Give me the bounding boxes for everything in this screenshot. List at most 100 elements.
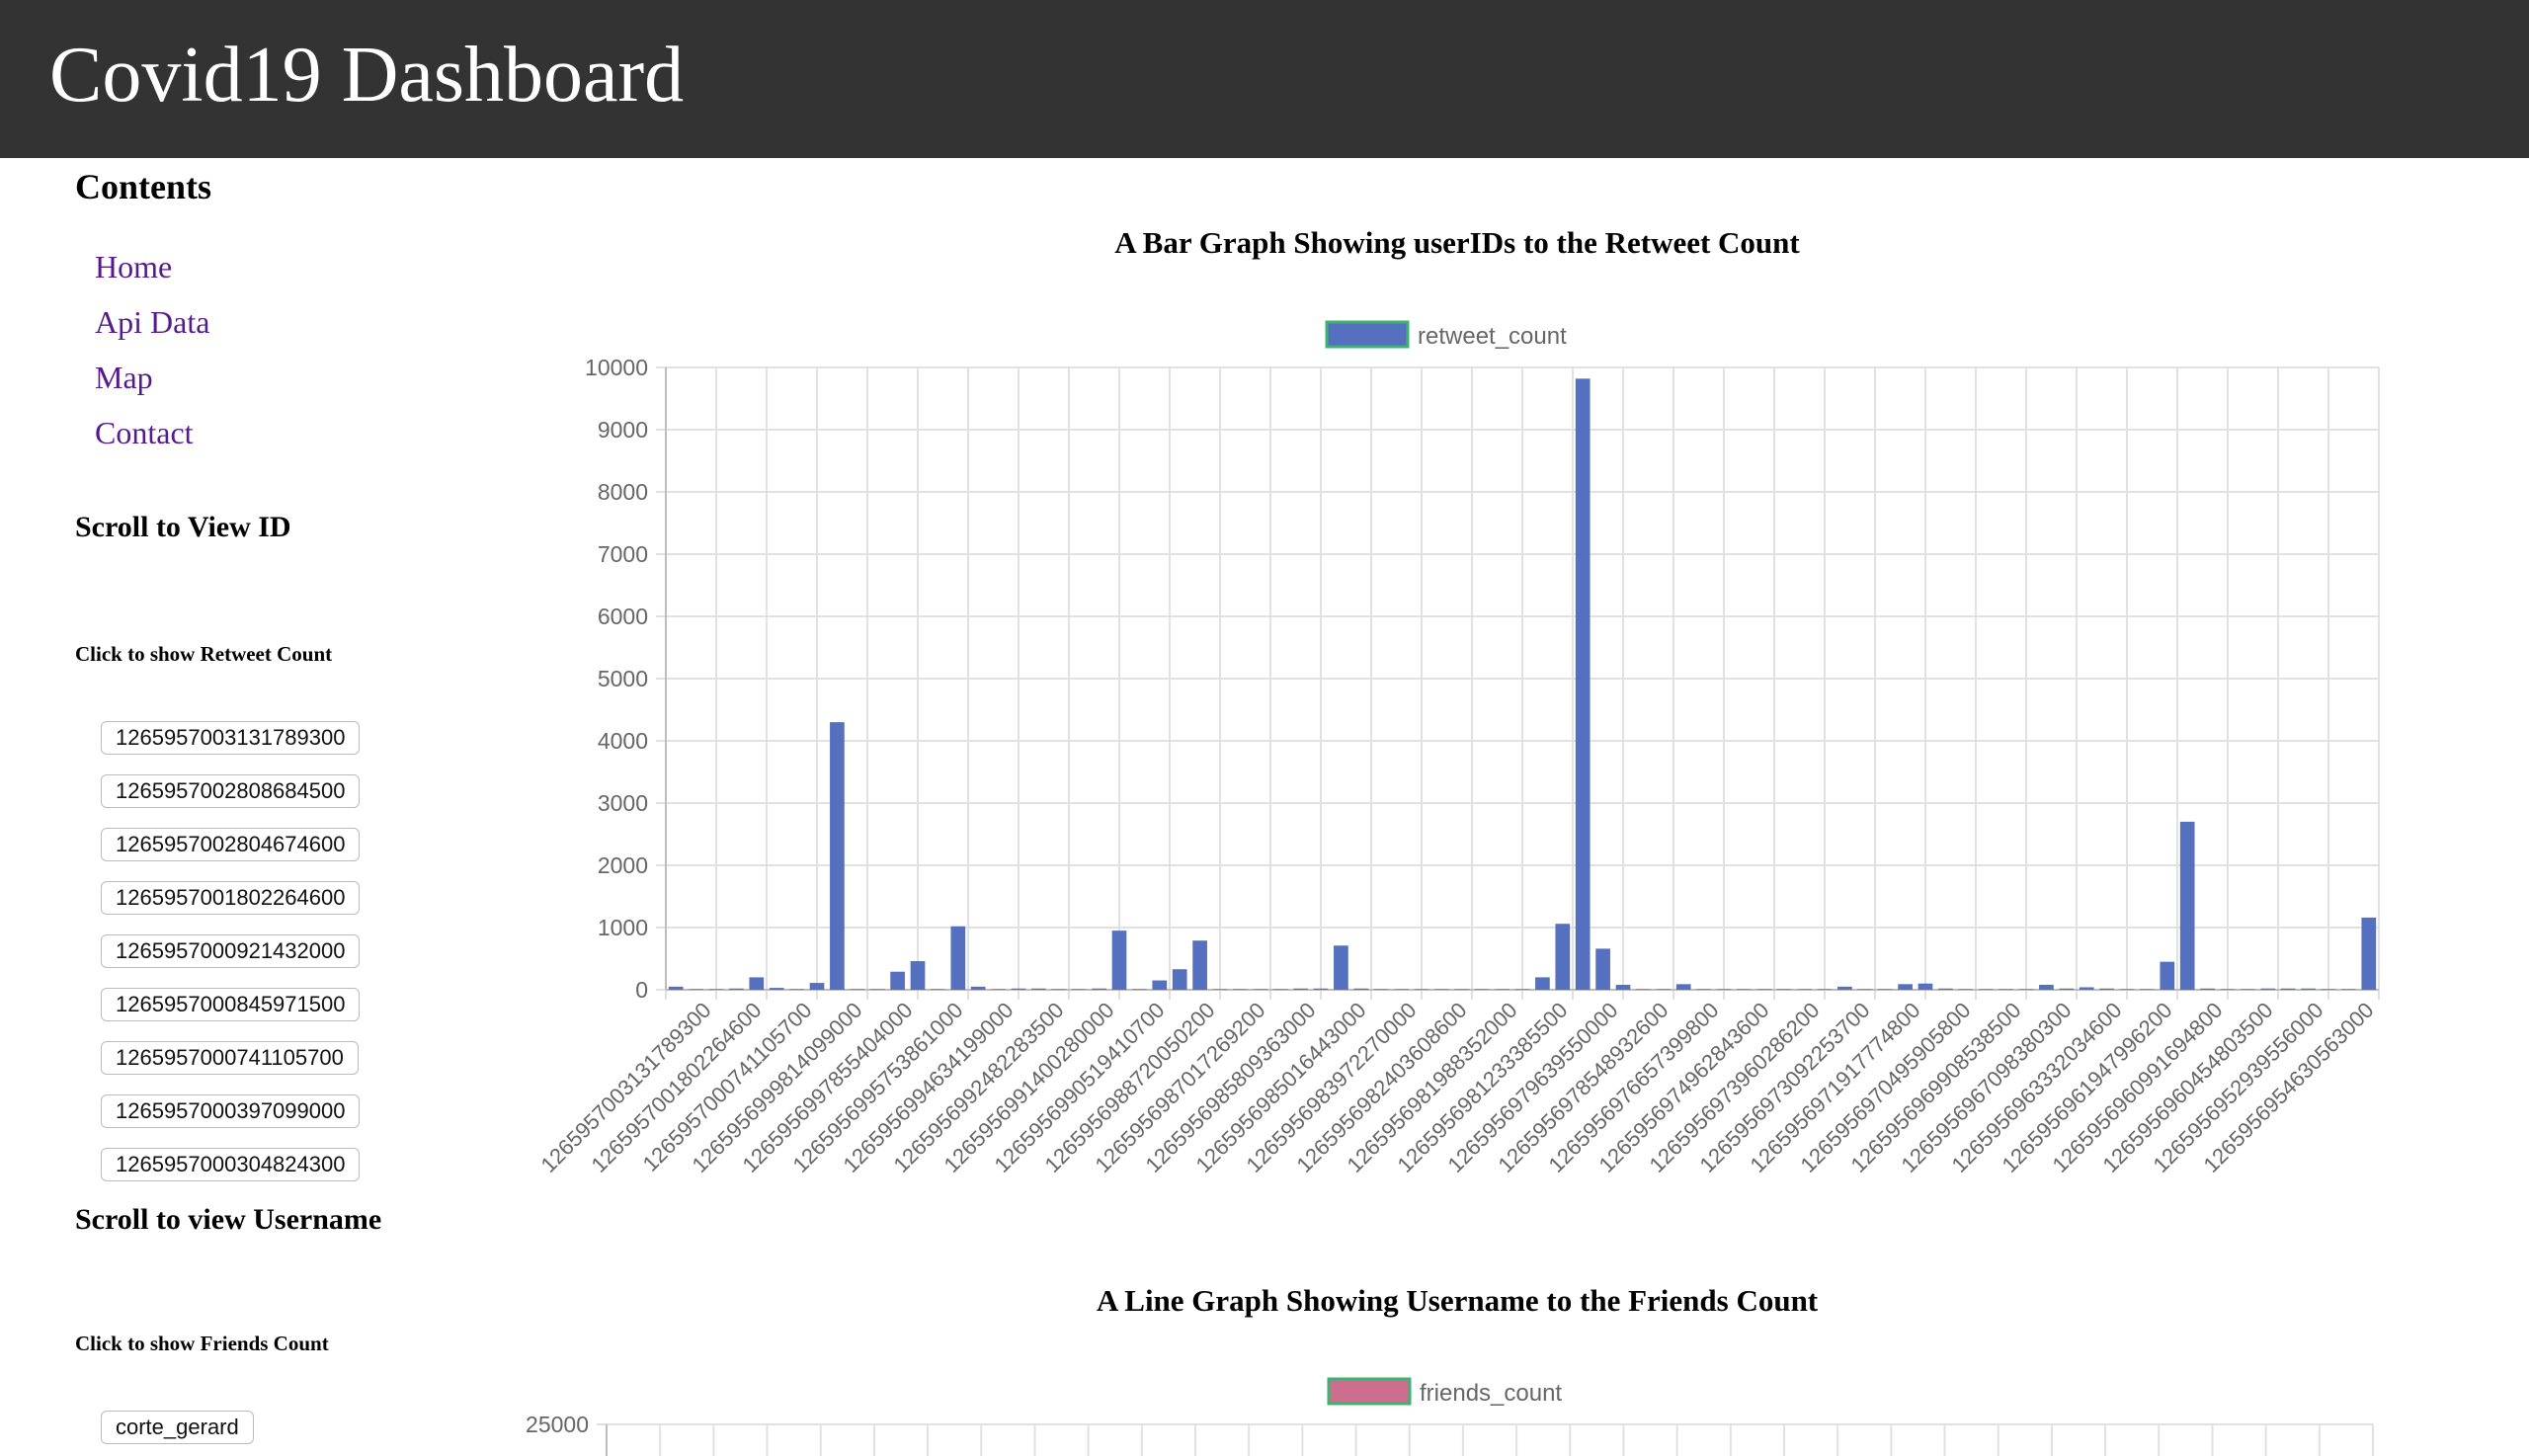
bar [1514,989,1530,990]
bar [2059,988,2075,990]
bar [2099,988,2114,990]
y-tick-label: 5000 [598,666,648,691]
bar [1938,988,1953,990]
bar [2140,989,2155,990]
bar [1595,948,1610,990]
bar [1877,989,1893,990]
bar [2079,987,2094,990]
legend-label-retweet: retweet_count [1418,323,1567,350]
bar [2179,821,2195,990]
bar [1334,945,1348,990]
bar [1675,984,1691,990]
bar [2119,989,2135,990]
bar [2220,989,2236,990]
y-tick-label: 4000 [598,728,648,754]
bar [1615,984,1631,990]
bar [1837,986,1852,990]
bar [1495,989,1509,990]
bar [1373,989,1389,990]
bar [1636,989,1651,990]
bar [2260,988,2276,990]
bar [1414,989,1429,990]
bar [1737,989,1752,990]
bar [1756,989,1772,990]
legend-swatch-retweet [1325,320,1410,349]
bar [1132,989,1147,990]
bar [2200,988,2215,990]
bar [1656,989,1672,990]
bar [769,988,784,990]
line-chart-title: A Line Graph Showing Username to the Fri… [1096,1283,1819,1318]
bar [1253,989,1268,990]
bar [1797,989,1812,990]
bar [2241,989,2255,990]
bar [2039,984,2054,990]
bar [1857,989,1873,990]
bar [1917,983,1933,990]
y-tick-label: 10000 [585,355,648,380]
bar [2018,989,2034,990]
bar [970,986,986,990]
bar [1212,989,1228,990]
bar [1092,988,1106,990]
bar [1071,989,1087,990]
bar [931,989,945,990]
bar [991,989,1006,990]
bar [890,971,905,990]
bar [2341,989,2356,990]
y-tick-label: 7000 [598,541,648,567]
bar [1152,980,1168,990]
bar [869,989,885,990]
bar [910,961,926,990]
bar-chart: 0 1000 2000 3000 4000 5000 6000 7000 8000 9000 100… [526,320,2380,1456]
bar [2301,988,2316,990]
bar [830,722,845,990]
bar [789,989,804,990]
bar [1353,988,1369,990]
y-tick-label: 2000 [598,852,648,878]
legend-swatch-friends [1327,1377,1412,1406]
bar [668,986,684,990]
bar [1535,977,1550,990]
bar [2280,988,2296,990]
bar [1111,930,1127,990]
y-tick-label: 9000 [598,417,648,443]
y-tick-label: 6000 [598,604,648,629]
bar [1293,988,1308,990]
bar [1233,989,1248,990]
bar [1555,924,1571,990]
bar [689,989,703,990]
bar [1434,989,1449,990]
bar [809,983,825,990]
bar [1776,989,1792,990]
bar [1898,984,1913,990]
bar [1454,989,1470,990]
legend-label-friends: friends_count [1420,1380,1562,1407]
bar [1313,988,1329,990]
bar [1394,989,1409,990]
y-tick-label: 1000 [598,915,648,940]
bar [1958,989,1974,990]
bar [1272,989,1288,990]
bar [1575,378,1591,991]
bar [2160,961,2175,990]
bar [1978,989,1994,990]
line-y-tick-label: 25000 [526,1412,589,1437]
y-tick-label: 0 [635,977,648,1003]
bar [749,977,765,990]
bar [2321,989,2336,990]
bar [1031,988,1046,990]
y-tick-label: 3000 [598,790,648,816]
bar [950,926,966,990]
bar [1474,989,1490,990]
bar [708,989,724,990]
bar [1696,989,1711,990]
bar [1817,989,1833,990]
y-tick-label: 8000 [598,479,648,505]
bar [1192,940,1207,990]
bar [1051,989,1067,990]
bar [2361,917,2377,990]
bar [850,989,865,990]
bar [1999,989,2013,990]
bar [729,988,744,990]
